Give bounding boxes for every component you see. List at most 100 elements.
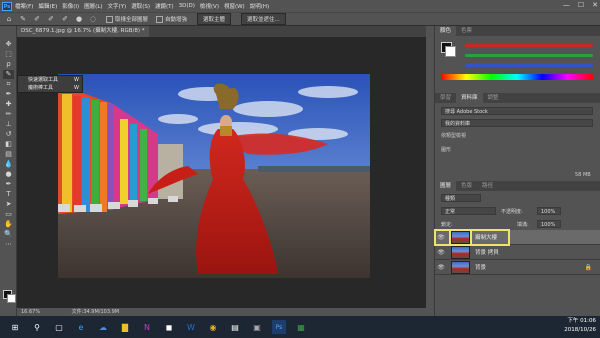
clock-time: 下午 01:06 (567, 318, 596, 324)
zoom-tool-icon[interactable]: 🔍 (3, 230, 14, 239)
history-brush-icon[interactable]: ↺ (3, 130, 14, 139)
close-button[interactable]: ✕ (592, 1, 598, 9)
red-slider[interactable] (465, 44, 593, 47)
file-explorer-icon[interactable]: ▇ (118, 320, 132, 334)
menu-select[interactable]: 選取(S) (131, 2, 150, 10)
maximize-button[interactable]: ☐ (578, 1, 584, 9)
sample-all-layers-checkbox[interactable] (106, 15, 113, 23)
start-icon[interactable]: ⊞ (8, 320, 22, 334)
task-view-icon[interactable]: ▢ (52, 320, 66, 334)
blur-tool-icon[interactable]: 💧 (3, 160, 14, 169)
lasso-tool-icon[interactable]: ρ (3, 60, 14, 69)
system-clock[interactable]: 下午 01:06 2018/10/26 (564, 317, 596, 335)
layer-highlight-callout (434, 229, 510, 246)
quick-select-tool-icon[interactable]: ✎ (18, 15, 28, 23)
brush-angle-icon[interactable]: ◌ (88, 15, 98, 23)
tab-color[interactable]: 顏色 (435, 26, 457, 36)
library-select[interactable]: 我的資料庫 (441, 119, 593, 127)
tab-paths[interactable]: 路徑 (477, 181, 498, 191)
menu-file[interactable]: 檔案(F) (15, 2, 33, 10)
chrome-icon[interactable]: ◉ (206, 320, 220, 334)
app-icon-3[interactable]: ▦ (294, 320, 308, 334)
marquee-tool-icon[interactable]: ⬚ (3, 50, 14, 59)
store-icon[interactable]: ◼ (162, 320, 176, 334)
menu-image[interactable]: 影像(I) (62, 2, 79, 10)
crop-tool-icon[interactable]: ⌗ (3, 80, 14, 89)
color-spectrum[interactable] (441, 74, 593, 80)
add-selection-icon[interactable]: ✐ (46, 15, 56, 23)
path-select-icon[interactable]: ➤ (3, 200, 14, 209)
library-panel-tabs: 學習 資料庫 調整 (435, 93, 600, 103)
graphics-section[interactable]: 圖形 (441, 146, 451, 153)
app-icon-2[interactable]: ▣ (250, 320, 264, 334)
photoshop-taskbar-icon[interactable]: Ps (272, 320, 286, 334)
green-slider[interactable] (465, 54, 593, 57)
more-tools-icon[interactable]: ⋯ (3, 240, 14, 249)
tab-layers[interactable]: 圖層 (435, 181, 457, 191)
lock-icon: 🔒 (584, 263, 592, 271)
eraser-tool-icon[interactable]: ◧ (3, 140, 14, 149)
select-and-mask-button[interactable]: 選取並遮住... (241, 13, 286, 25)
menu-3d[interactable]: 3D(D) (179, 3, 195, 9)
brush-tool-icon[interactable]: ✏ (3, 110, 14, 119)
new-selection-icon[interactable]: ✐ (32, 15, 42, 23)
quick-select-tool-icon[interactable]: ✎ (3, 70, 14, 79)
dodge-tool-icon[interactable]: ● (3, 170, 14, 179)
home-icon[interactable]: ⌂ (4, 15, 14, 23)
shape-tool-icon[interactable]: ▭ (3, 210, 14, 219)
visibility-eye-icon[interactable]: 👁 (435, 264, 447, 271)
menu-view[interactable]: 檢視(V) (200, 2, 219, 10)
flyout-quick-select[interactable]: 快速選取工具 W (18, 76, 82, 84)
zoom-level[interactable]: 16.67% (21, 309, 40, 315)
stock-search-input[interactable]: 搜尋 Adobe Stock (441, 107, 593, 115)
layer-row[interactable]: 👁 背景 🔒 (435, 260, 600, 275)
edge-browser-icon[interactable]: e (74, 320, 88, 334)
gradient-tool-icon[interactable]: ▤ (3, 150, 14, 159)
move-tool-icon[interactable]: ✥ (3, 40, 14, 49)
menu-edit[interactable]: 編輯(E) (38, 2, 57, 10)
flyout-magic-wand-shortcut: W (74, 85, 79, 91)
tool-flyout-menu: 快速選取工具 W 魔術棒工具 W (17, 75, 83, 93)
document-image[interactable] (58, 74, 370, 278)
color-background-swatch[interactable] (445, 46, 456, 57)
tab-swatches[interactable]: 色票 (456, 26, 477, 36)
pen-tool-icon[interactable]: ✒ (3, 180, 14, 189)
lock-label: 鎖定: (441, 222, 453, 228)
select-subject-button[interactable]: 選取主體 (197, 13, 232, 25)
flyout-magic-wand[interactable]: 魔術棒工具 W (18, 84, 82, 92)
eyedropper-tool-icon[interactable]: ✒ (3, 90, 14, 99)
stamp-tool-icon[interactable]: ⊥ (3, 120, 14, 129)
background-color-swatch[interactable] (7, 294, 16, 303)
search-icon[interactable]: ⚲ (30, 320, 44, 334)
visibility-eye-icon[interactable]: 👁 (435, 249, 447, 256)
minimize-button[interactable]: — (563, 1, 570, 9)
view-by-type[interactable]: 依類型檢視 (441, 132, 466, 139)
blend-mode-select[interactable]: 正常 (441, 207, 496, 215)
hand-tool-icon[interactable]: ✋ (3, 220, 14, 229)
tab-channels[interactable]: 色版 (456, 181, 477, 191)
auto-enhance-checkbox[interactable] (156, 15, 164, 23)
menu-help[interactable]: 說明(H) (250, 2, 269, 10)
blue-slider[interactable] (465, 64, 593, 67)
menu-type[interactable]: 文字(Y) (108, 2, 127, 10)
document-tab[interactable]: DSC_6879.1.jpg @ 16.7% (攝制大樓, RGB/8) * (17, 26, 149, 37)
brush-size-icon[interactable]: ● (74, 15, 84, 23)
healing-brush-icon[interactable]: ✚ (3, 100, 14, 109)
layer-kind-filter[interactable]: 種類 (441, 194, 481, 202)
onenote-icon[interactable]: N (140, 320, 154, 334)
tab-adjustments[interactable]: 調整 (483, 93, 504, 103)
type-tool-icon[interactable]: T (3, 190, 14, 199)
app-icon[interactable]: ▤ (228, 320, 242, 334)
fill-input[interactable]: 100% (537, 220, 561, 228)
opacity-input[interactable]: 100% (537, 207, 561, 215)
menu-filter[interactable]: 濾鏡(T) (155, 2, 174, 10)
onedrive-icon[interactable]: ☁ (96, 320, 110, 334)
subtract-selection-icon[interactable]: ✐ (60, 15, 70, 23)
word-icon[interactable]: W (184, 320, 198, 334)
library-size: 58 MB (575, 172, 591, 178)
tab-libraries[interactable]: 資料庫 (456, 93, 483, 103)
menu-layer[interactable]: 圖層(L) (84, 2, 102, 10)
menu-window[interactable]: 視窗(W) (224, 2, 245, 10)
layer-row[interactable]: 👁 背景 拷貝 (435, 245, 600, 260)
tab-learn[interactable]: 學習 (435, 93, 456, 103)
